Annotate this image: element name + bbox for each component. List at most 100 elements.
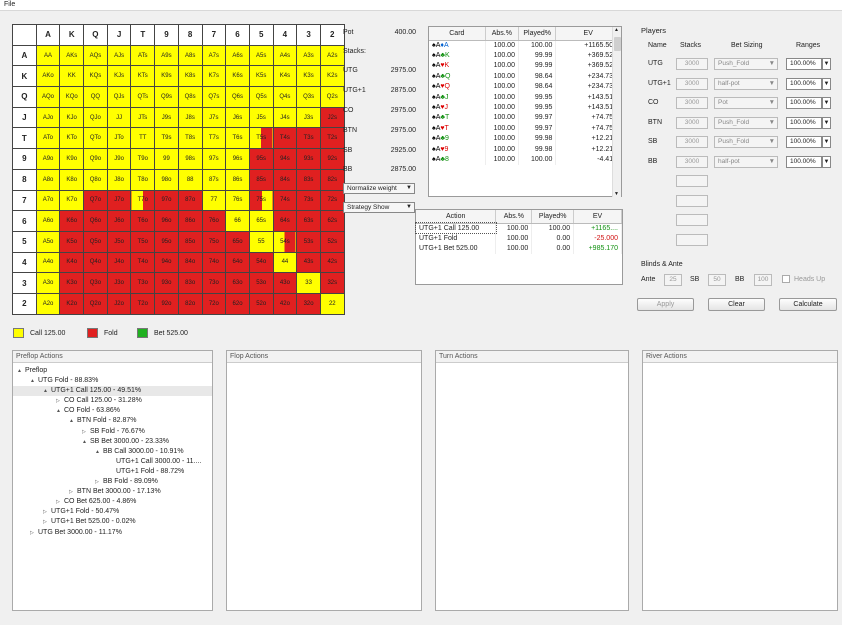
hand-cell[interactable]: J6o (106, 210, 132, 232)
tree-node[interactable]: ▷ UTG+1 Fold - 50.47% (13, 507, 212, 517)
hand-cell[interactable]: 63o (225, 272, 250, 294)
hand-cell[interactable]: A4s (272, 44, 298, 67)
hand-cell[interactable]: 85s (248, 168, 274, 191)
hand-cell[interactable]: KQs (83, 65, 108, 88)
tree-node[interactable]: ▷ BTN Bet 3000.00 - 17.13% (13, 487, 212, 497)
bet-sizing-dropdown[interactable]: Pot ▼ (714, 97, 778, 109)
range-input[interactable]: 100.00% (786, 58, 822, 70)
hand-cell[interactable]: 42s (319, 251, 345, 274)
triangle-icon[interactable]: ▷ (56, 497, 64, 507)
hand-cell[interactable]: 65s (248, 210, 274, 232)
hand-cell[interactable]: J7s (201, 106, 227, 129)
hand-cell[interactable]: K6o (59, 210, 85, 232)
hand-cell[interactable]: QJs (106, 86, 132, 108)
hand-cell[interactable]: 82s (319, 168, 345, 191)
hand-cell[interactable]: T6o (130, 210, 156, 232)
triangle-icon[interactable]: ▲ (43, 386, 51, 396)
hand-cell[interactable]: 75s (248, 189, 274, 212)
hand-cell[interactable]: 85o (177, 230, 203, 253)
hand-cell[interactable]: K2o (59, 292, 85, 315)
hand-cell[interactable]: 99 (154, 148, 179, 170)
tree-node[interactable]: ▲ CO Fold - 63.86% (13, 406, 212, 416)
triangle-icon[interactable]: ▲ (17, 366, 25, 376)
hand-cell[interactable]: A3o (35, 272, 61, 294)
hand-cell[interactable]: 87s (201, 168, 227, 191)
hand-cell[interactable]: 72s (319, 189, 345, 212)
scroll-down-icon[interactable]: ▼ (614, 191, 619, 197)
scroll-up-icon[interactable]: ▲ (614, 27, 619, 33)
hand-cell[interactable]: A2s (319, 44, 345, 67)
bet-sizing-dropdown[interactable]: Push_Fold ▼ (714, 117, 778, 129)
hand-cell[interactable]: JTs (130, 106, 156, 129)
table-row[interactable]: UTG+1 Bet 525.00 100.00 0.00 +985.170 (416, 243, 622, 255)
hand-cell[interactable]: 42o (272, 292, 298, 315)
hand-cell[interactable]: 64s (272, 210, 298, 232)
hand-cell[interactable]: AKs (59, 44, 85, 67)
hand-cell[interactable]: JTo (106, 127, 132, 150)
hand-cell[interactable]: 83s (296, 168, 321, 191)
hand-cell[interactable]: ATo (35, 127, 61, 150)
empty-stack-input[interactable] (676, 175, 708, 187)
tree-node[interactable]: ▲ Preflop (13, 366, 212, 376)
table-row[interactable]: ♠A♥Q 100.00 98.64 +234.733 (429, 81, 621, 92)
hand-cell[interactable]: J2o (106, 292, 132, 315)
tree-node[interactable]: ▲ UTG Fold - 88.83% (13, 376, 212, 386)
chevron-down-icon[interactable]: ▼ (822, 78, 831, 90)
hand-cell[interactable]: 73s (296, 189, 321, 212)
table-row[interactable]: ♠A♣8 100.00 100.00 -4.412 (429, 154, 621, 165)
headsup-checkbox[interactable] (782, 275, 790, 283)
chevron-down-icon[interactable]: ▼ (822, 117, 831, 129)
hand-cell[interactable]: 54s (272, 230, 298, 253)
hand-cell[interactable]: A8s (177, 44, 203, 67)
triangle-icon[interactable]: ▷ (43, 507, 51, 517)
hand-cell[interactable]: J3o (106, 272, 132, 294)
hand-cell[interactable]: 75o (201, 230, 227, 253)
tree-node[interactable]: ▷ CO Bet 625.00 - 4.86% (13, 497, 212, 507)
hand-cell[interactable]: 76s (225, 189, 250, 212)
hand-cell[interactable]: J9o (106, 148, 132, 170)
empty-stack-input[interactable] (676, 214, 708, 226)
player-stack-input[interactable]: 3000 (676, 136, 708, 148)
action-col-header[interactable]: Action (416, 210, 497, 224)
hand-cell[interactable]: A2o (35, 292, 61, 315)
hand-cell[interactable]: Q6o (83, 210, 108, 232)
hand-cell[interactable]: JJ (106, 106, 132, 129)
hand-cell[interactable]: KJo (59, 106, 85, 129)
table-row[interactable]: ♠A♥T 100.00 99.97 +74.757 (429, 123, 621, 134)
bet-sizing-dropdown[interactable]: Push_Fold ▼ (714, 136, 778, 148)
bet-sizing-dropdown[interactable]: half-pot ▼ (714, 78, 778, 90)
table-row[interactable]: ♠A♥K 100.00 99.99 +369.525 (429, 60, 621, 72)
hand-cell[interactable]: 96s (225, 148, 250, 170)
triangle-icon[interactable]: ▲ (56, 406, 64, 416)
apply-button[interactable]: Apply (637, 298, 694, 311)
hand-cell[interactable]: A9o (35, 148, 61, 170)
hand-cell[interactable]: K8o (59, 168, 85, 191)
hand-cell[interactable]: 77 (201, 189, 227, 212)
player-stack-input[interactable]: 3000 (676, 58, 708, 70)
tree-node[interactable]: ▲ SB Bet 3000.00 - 23.33% (13, 437, 212, 447)
hand-cell[interactable]: K2s (319, 65, 345, 88)
hand-cell[interactable]: 88 (177, 168, 203, 191)
hand-cell[interactable]: 98s (177, 148, 203, 170)
hand-cell[interactable]: 22 (319, 292, 345, 315)
chevron-down-icon[interactable]: ▼ (822, 97, 831, 109)
triangle-icon[interactable]: ▷ (69, 487, 77, 497)
empty-stack-input[interactable] (676, 234, 708, 246)
hand-cell[interactable]: J9s (154, 106, 179, 129)
hand-cell[interactable]: T8s (177, 127, 203, 150)
hand-cell[interactable]: 82o (177, 292, 203, 315)
hand-cell[interactable]: K4s (272, 65, 298, 88)
player-stack-input[interactable]: 3000 (676, 117, 708, 129)
calculate-button[interactable]: Calculate (779, 298, 837, 311)
hand-cell[interactable]: T7s (201, 127, 227, 150)
triangle-icon[interactable]: ▷ (43, 517, 51, 527)
hand-cell[interactable]: AQs (83, 44, 108, 67)
table-row[interactable]: ♠A♣T 100.00 99.97 +74.757 (429, 112, 621, 124)
hand-cell[interactable]: K5s (248, 65, 274, 88)
hand-cell[interactable]: J4s (272, 106, 298, 129)
table-row[interactable]: ♠A♣9 100.00 99.98 +12.217 (429, 133, 621, 144)
tree-node[interactable]: ▲ BB Call 3000.00 - 10.91% (13, 447, 212, 457)
hand-cell[interactable]: KQo (59, 86, 85, 108)
action-col-header[interactable]: Played% (531, 210, 575, 224)
hand-cell[interactable]: 52o (248, 292, 274, 315)
